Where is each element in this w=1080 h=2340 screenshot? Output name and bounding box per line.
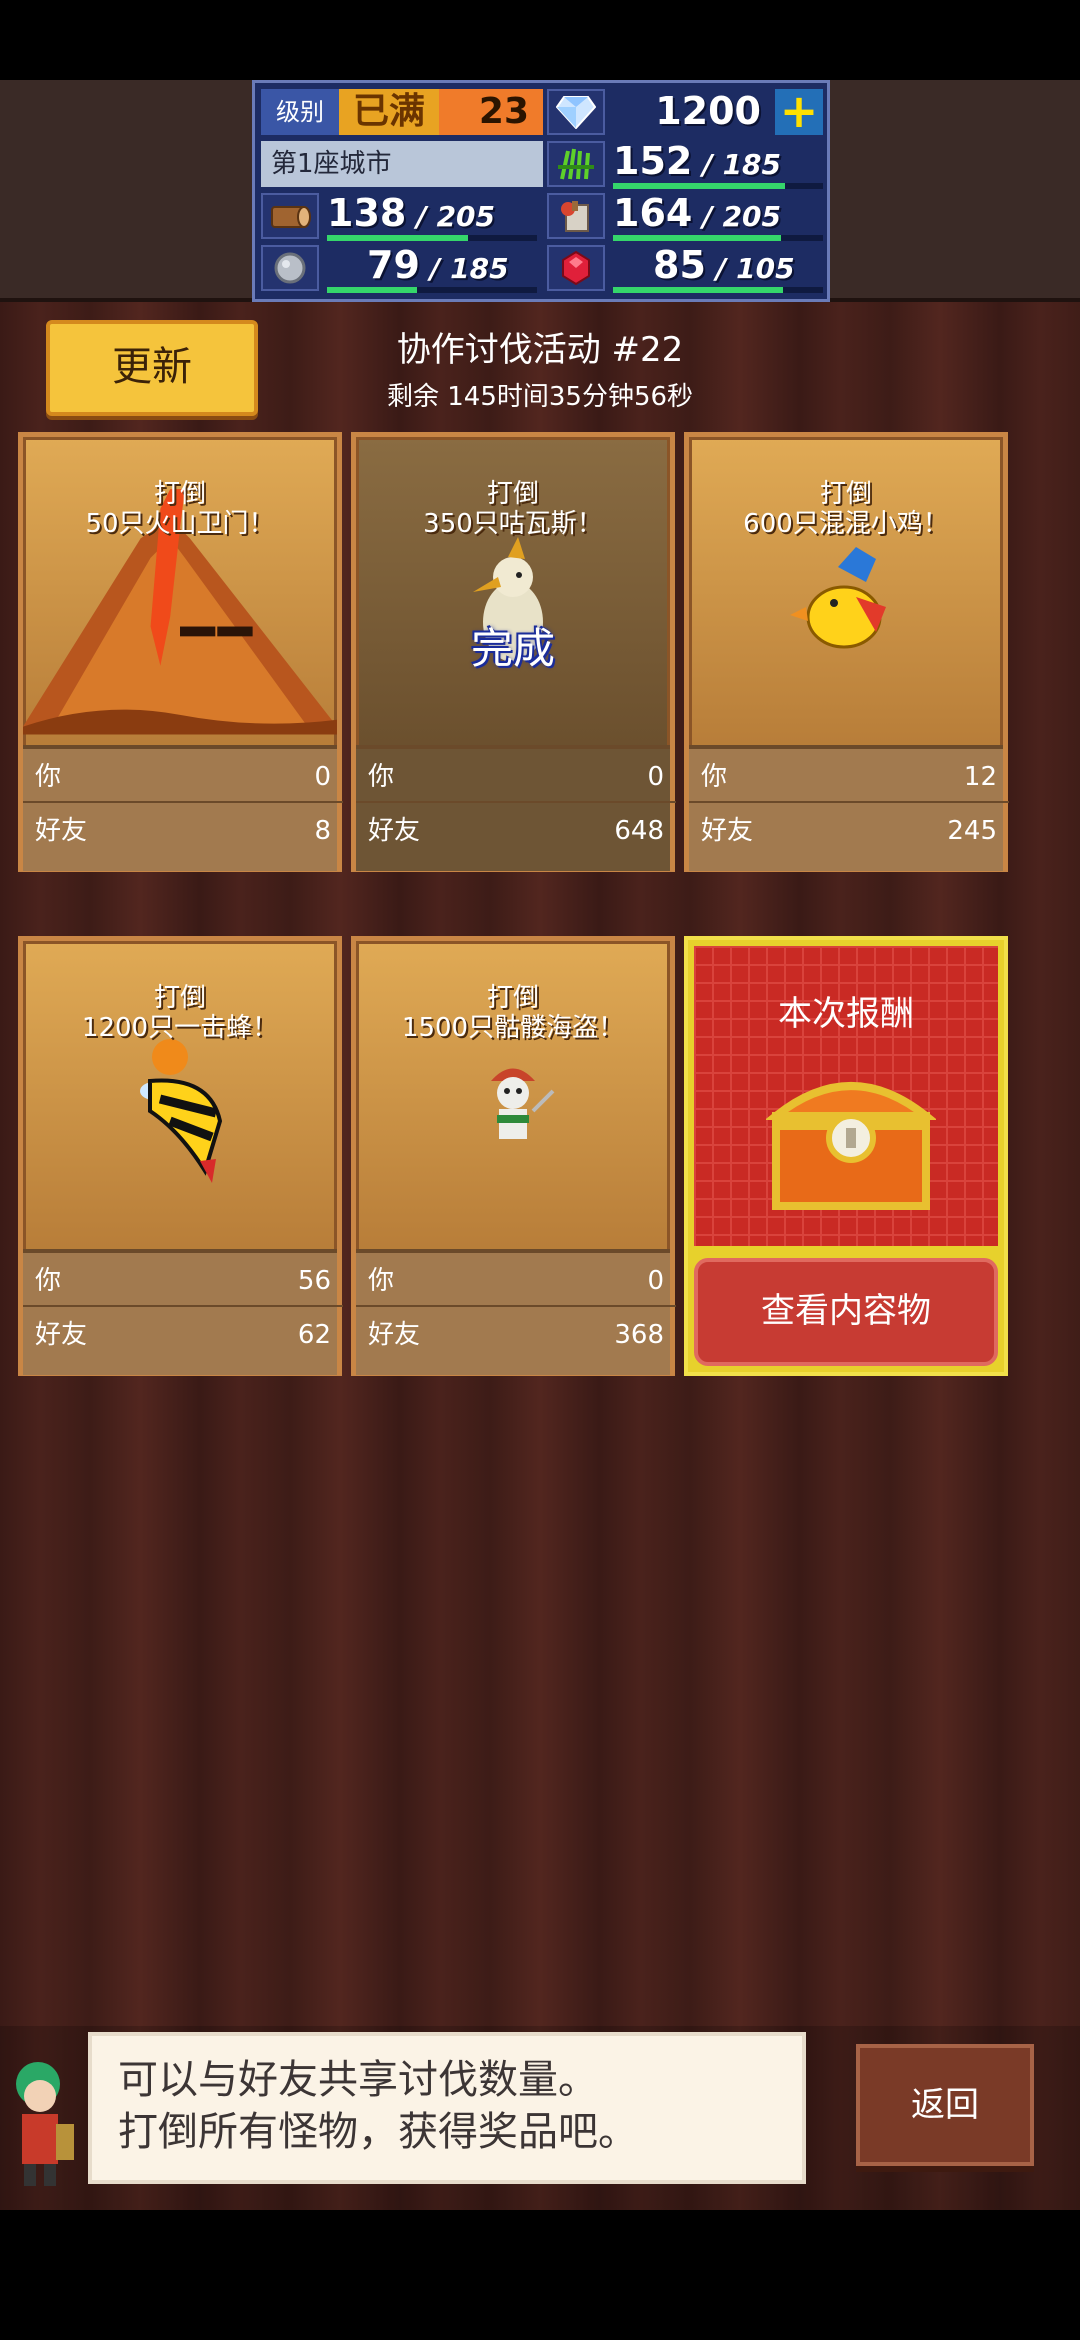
- level-value: 23: [439, 89, 543, 135]
- level-label: 级别: [261, 89, 339, 135]
- view-contents-button[interactable]: 查看内容物: [694, 1258, 998, 1366]
- friend-count-row: 好友 648: [356, 801, 676, 851]
- back-button[interactable]: 返回: [856, 2044, 1034, 2166]
- quest-title: 打倒 350只咕瓦斯！: [423, 479, 603, 539]
- wood-bar-fill: [327, 235, 468, 241]
- quest-title: 打倒 1500只骷髅海盗！: [401, 983, 625, 1043]
- guide-character-avatar: [0, 2044, 84, 2194]
- update-button[interactable]: 更新: [46, 320, 258, 416]
- stone-bar-fill: [327, 287, 418, 293]
- wood-icon: [261, 193, 319, 239]
- quest-card-skeleton-pirate[interactable]: 打倒 1500只骷髅海盗！ 你0 好友 368: [351, 936, 676, 1376]
- quest-stats: 你0 好友 368: [356, 1249, 676, 1375]
- friend-count-row: 好友 62: [23, 1305, 343, 1355]
- tip-line-1: 可以与好友共享讨伐数量。: [118, 2057, 598, 2103]
- quest-stats: 你 56 好友 62: [23, 1249, 343, 1375]
- tip-line-2: 打倒所有怪物，获得奖品吧。: [118, 2109, 638, 2155]
- quest-card-guwasi[interactable]: 打倒 350只咕瓦斯！ 完成 你0 好友 648: [351, 432, 676, 872]
- your-count-row: 你0: [368, 762, 664, 792]
- add-gems-button[interactable]: +: [775, 88, 823, 135]
- ruby-bar-fill: [613, 287, 784, 293]
- quest-stats: 你0 好友 648: [356, 745, 676, 871]
- diamond-icon: [547, 89, 605, 135]
- your-count-row: 你 12: [701, 762, 997, 792]
- city-name: 第1座城市: [261, 141, 543, 187]
- your-count-row: 你 56: [35, 1266, 331, 1296]
- quest-card-bee[interactable]: 打倒 1200只一击蜂！ 你 56 好友 62: [18, 936, 343, 1376]
- tip-dialog: 可以与好友共享讨伐数量。 打倒所有怪物，获得奖品吧。: [88, 2032, 806, 2184]
- wood-bar: [327, 235, 537, 241]
- quest-card-chick[interactable]: 打倒 600只混混小鸡！ 你 12 好友 245: [684, 432, 1009, 872]
- reward-panel: 本次报酬 查看内容物: [684, 936, 1008, 1376]
- ruby-bar: [613, 287, 823, 293]
- wood-value: 138/205: [327, 191, 496, 235]
- quest-stats: 你0 好友 8: [23, 745, 343, 871]
- status-bar: [0, 0, 1080, 80]
- your-count-row: 你0: [35, 762, 331, 792]
- grass-bar-fill: [613, 183, 786, 189]
- reward-title: 本次报酬: [778, 994, 914, 1034]
- quest-stats: 你 12 好友 245: [689, 745, 1009, 871]
- grass-bar: [613, 183, 823, 189]
- event-title: 协作讨伐活动 #22: [396, 330, 684, 370]
- treasure-chest-icon: [766, 1082, 936, 1210]
- ruby-value: 85/105: [653, 243, 795, 287]
- navigation-bar: [0, 2210, 1080, 2340]
- level-max-badge: 已满: [339, 89, 439, 135]
- reward-display: 本次报酬: [694, 946, 998, 1246]
- completed-label: 完成: [470, 624, 555, 673]
- grass-value: 152/185: [613, 139, 782, 183]
- food-value: 164/205: [613, 191, 782, 235]
- stone-value: 79/185: [367, 243, 509, 287]
- friend-count-row: 好友 245: [689, 801, 1009, 851]
- your-count-row: 你0: [368, 1266, 664, 1296]
- quest-title: 打倒 600只混混小鸡！: [743, 479, 949, 539]
- ruby-icon: [547, 245, 605, 291]
- quest-title: 打倒 1200只一击蜂！: [81, 983, 279, 1043]
- friend-count-row: 好友 368: [356, 1305, 676, 1355]
- quest-title: 打倒 50只火山卫门！: [85, 479, 275, 539]
- friend-count-row: 好友 8: [23, 801, 343, 851]
- food-icon: [547, 193, 605, 239]
- quest-card-volcano[interactable]: 打倒 50只火山卫门！ 你0 好友 8: [18, 432, 343, 872]
- gems-value: 1200: [655, 89, 761, 133]
- grass-icon: [547, 141, 605, 187]
- resource-hud: 级别 已满 23 1200 + 第1座城市 152/185 138/205 16…: [252, 80, 830, 302]
- stone-bar: [327, 287, 537, 293]
- stone-icon: [261, 245, 319, 291]
- event-remaining-time: 剩余 145时间35分钟56秒: [386, 382, 694, 412]
- food-bar: [613, 235, 823, 241]
- food-bar-fill: [613, 235, 781, 241]
- game-screen: 级别 已满 23 1200 + 第1座城市 152/185 138/205 16…: [0, 0, 1080, 2340]
